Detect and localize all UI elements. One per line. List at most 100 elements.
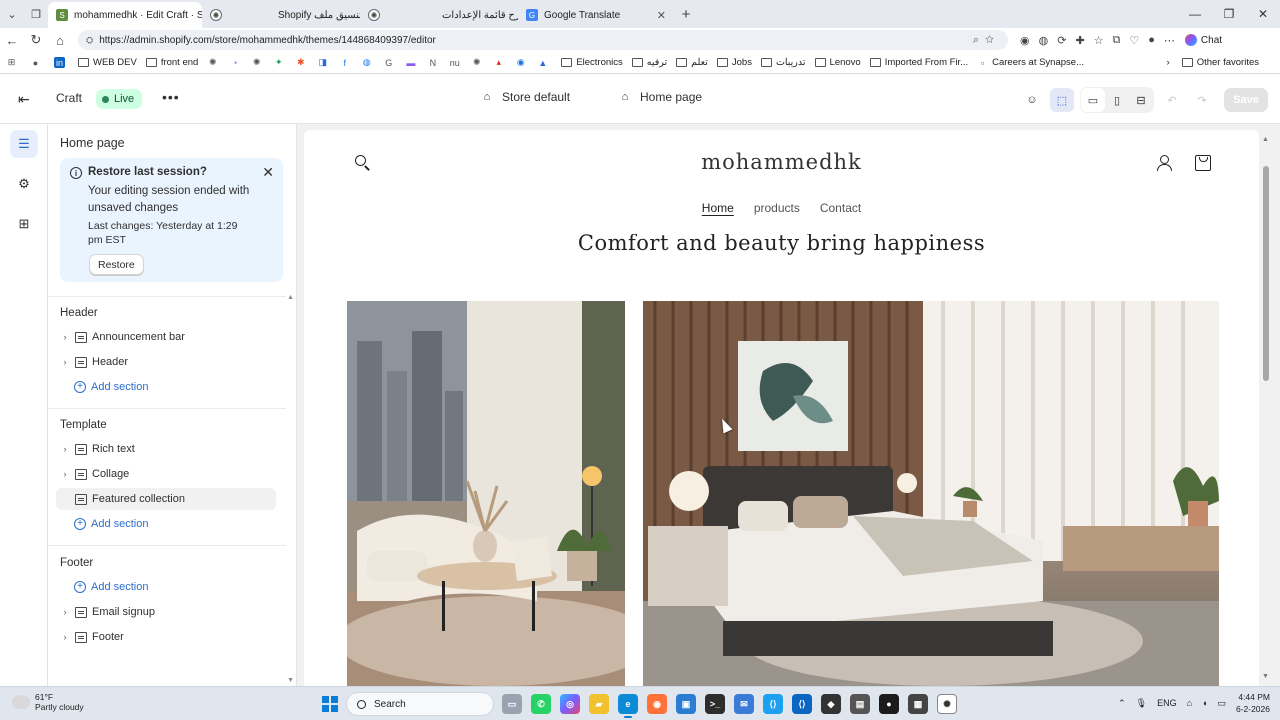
minimize-icon[interactable]: —: [1178, 7, 1212, 21]
store-selector[interactable]: ⌂ Store default: [480, 90, 570, 104]
tab-google-translate[interactable]: G Google Translate ✕: [518, 2, 674, 28]
extension-bookmark-icon[interactable]: ◨: [317, 57, 328, 68]
zoom-favorite-icons[interactable]: ⌕☆: [973, 34, 1000, 47]
store-logo[interactable]: mohammedhk: [304, 150, 1259, 174]
exit-editor-icon[interactable]: ⇤: [18, 91, 30, 108]
bookmark-apps[interactable]: ⊞: [6, 57, 21, 68]
terminal-icon[interactable]: >_: [705, 694, 725, 714]
desktop-view-icon[interactable]: ▭: [1081, 88, 1105, 112]
nav-link-contact[interactable]: Contact: [820, 201, 861, 215]
app-icon[interactable]: ●: [879, 694, 899, 714]
nav-link-home[interactable]: Home: [702, 201, 734, 215]
app-icon[interactable]: ◆: [821, 694, 841, 714]
scroll-down-icon[interactable]: ▼: [287, 677, 294, 684]
extension-icon[interactable]: ⟳: [1057, 34, 1066, 47]
browser-essentials-icon[interactable]: ♡: [1129, 34, 1139, 47]
section-header[interactable]: › Header: [56, 351, 276, 373]
bookmark-folder[interactable]: WEB DEV: [78, 57, 137, 68]
battery-icon[interactable]: ▭: [1217, 698, 1226, 709]
workspaces-icon[interactable]: ❐: [24, 0, 48, 28]
app-embeds-icon[interactable]: ⊞: [10, 210, 38, 238]
bookmark-folder[interactable]: Jobs: [716, 57, 752, 68]
extension-icon[interactable]: ◍: [1039, 34, 1049, 47]
copilot-chat-button[interactable]: Chat: [1184, 34, 1222, 46]
store-preview[interactable]: mohammedhk Home products Contact Comfort…: [304, 130, 1259, 686]
bookmark-folder[interactable]: front end: [145, 57, 198, 68]
home-icon[interactable]: ⌂: [48, 33, 72, 48]
close-icon[interactable]: ✕: [262, 164, 274, 181]
scroll-up-icon[interactable]: ▲: [1262, 136, 1269, 143]
window-close-icon[interactable]: ✕: [1246, 7, 1280, 21]
add-section-footer[interactable]: + Add section: [56, 576, 276, 598]
section-announcement-bar[interactable]: › Announcement bar: [56, 326, 276, 348]
facebook-icon[interactable]: f: [339, 57, 350, 68]
bookmark-folder[interactable]: تعلم: [676, 57, 708, 68]
extension-bookmark-icon[interactable]: ▲: [537, 57, 548, 68]
bookmark-folder[interactable]: Electronics: [561, 57, 623, 68]
site-info-icon[interactable]: ⛭: [86, 35, 93, 46]
restore-button[interactable]: Restore: [89, 254, 144, 275]
redo-icon[interactable]: ↷: [1190, 88, 1214, 112]
save-button[interactable]: Save: [1224, 88, 1268, 112]
preview-scrollbar[interactable]: ▲ ▼: [1260, 130, 1272, 686]
microphone-icon[interactable]: 🎙: [1136, 698, 1147, 709]
add-section-template[interactable]: + Add section: [56, 513, 276, 535]
chevron-right-icon[interactable]: ›: [58, 332, 72, 342]
file-explorer-icon[interactable]: ▰: [589, 694, 609, 714]
bookmark-linkedin[interactable]: in: [54, 57, 69, 68]
account-icon[interactable]: [1156, 154, 1174, 172]
fullscreen-view-icon[interactable]: ⊟: [1129, 88, 1153, 112]
mobile-view-icon[interactable]: ▯: [1105, 88, 1129, 112]
refresh-icon[interactable]: ↻: [24, 32, 48, 48]
profile-avatar-icon[interactable]: ●: [1148, 34, 1155, 47]
undo-icon[interactable]: ↶: [1160, 88, 1184, 112]
app-icon[interactable]: ▦: [908, 694, 928, 714]
section-email-signup[interactable]: › Email signup: [56, 601, 276, 623]
taskbar-search[interactable]: Search: [346, 692, 494, 716]
language-indicator[interactable]: ENG: [1157, 698, 1177, 708]
extension-icon[interactable]: ✚: [1075, 34, 1084, 47]
extension-bookmark-icon[interactable]: nu: [449, 57, 460, 68]
task-view-icon[interactable]: ▭: [502, 694, 522, 714]
collections-icon[interactable]: ⧉: [1113, 34, 1121, 47]
section-featured-collection[interactable]: Featured collection: [56, 488, 276, 510]
maximize-icon[interactable]: ❐: [1212, 7, 1246, 21]
tab-actions-icon[interactable]: ⌄: [0, 0, 24, 28]
chevron-right-icon[interactable]: ›: [58, 632, 72, 642]
tray-overflow-icon[interactable]: ⌃: [1118, 698, 1126, 709]
favorites-icon[interactable]: ☆: [1094, 34, 1104, 47]
chatgpt-icon[interactable]: ✺: [937, 694, 957, 714]
section-collage[interactable]: › Collage: [56, 463, 276, 485]
extension-bookmark-icon[interactable]: ✦: [273, 57, 284, 68]
extension-bookmark-icon[interactable]: ◉: [515, 57, 526, 68]
theme-settings-icon[interactable]: ⚙: [10, 170, 38, 198]
bookmark-synapse[interactable]: ▫ Careers at Synapse...: [977, 57, 1084, 68]
extension-icon[interactable]: ◉: [1020, 34, 1030, 47]
edge-icon[interactable]: e: [618, 694, 638, 718]
section-footer[interactable]: › Footer: [56, 626, 276, 648]
weather-widget[interactable]: 61°F Partly cloudy: [9, 692, 84, 712]
mail-icon[interactable]: ✉: [734, 694, 754, 714]
menu-icon[interactable]: ⋯: [1164, 34, 1175, 47]
openai-icon[interactable]: ✺: [471, 57, 482, 68]
tab-close-icon[interactable]: ✕: [651, 9, 666, 22]
app-icon[interactable]: ▤: [850, 694, 870, 714]
nav-link-products[interactable]: products: [754, 201, 800, 215]
tab-shopify-format[interactable]: ✺ Shopify تنسيق ملف ✕: [202, 2, 360, 28]
section-rich-text[interactable]: › Rich text: [56, 438, 276, 460]
sections-icon[interactable]: ☰: [10, 130, 38, 158]
scroll-up-icon[interactable]: ▲: [287, 294, 294, 301]
chevron-right-icon[interactable]: ›: [58, 357, 72, 367]
copilot-icon[interactable]: ◎: [560, 694, 580, 714]
extension-bookmark-icon[interactable]: ✱: [295, 57, 306, 68]
clock[interactable]: 4:44 PM 6-2-2026: [1236, 691, 1270, 715]
chevron-right-icon[interactable]: ›: [58, 469, 72, 479]
other-favorites[interactable]: Other favorites: [1181, 57, 1259, 68]
cart-icon[interactable]: [1195, 155, 1211, 171]
openai-icon[interactable]: ✺: [251, 57, 262, 68]
chevron-right-icon[interactable]: ›: [58, 607, 72, 617]
bookmark-folder[interactable]: Imported From Fir...: [869, 57, 968, 68]
chevron-right-icon[interactable]: ›: [1167, 57, 1170, 68]
volume-icon[interactable]: ◖: [1202, 698, 1207, 708]
vscode-insiders-icon[interactable]: ⟨⟩: [763, 694, 783, 714]
